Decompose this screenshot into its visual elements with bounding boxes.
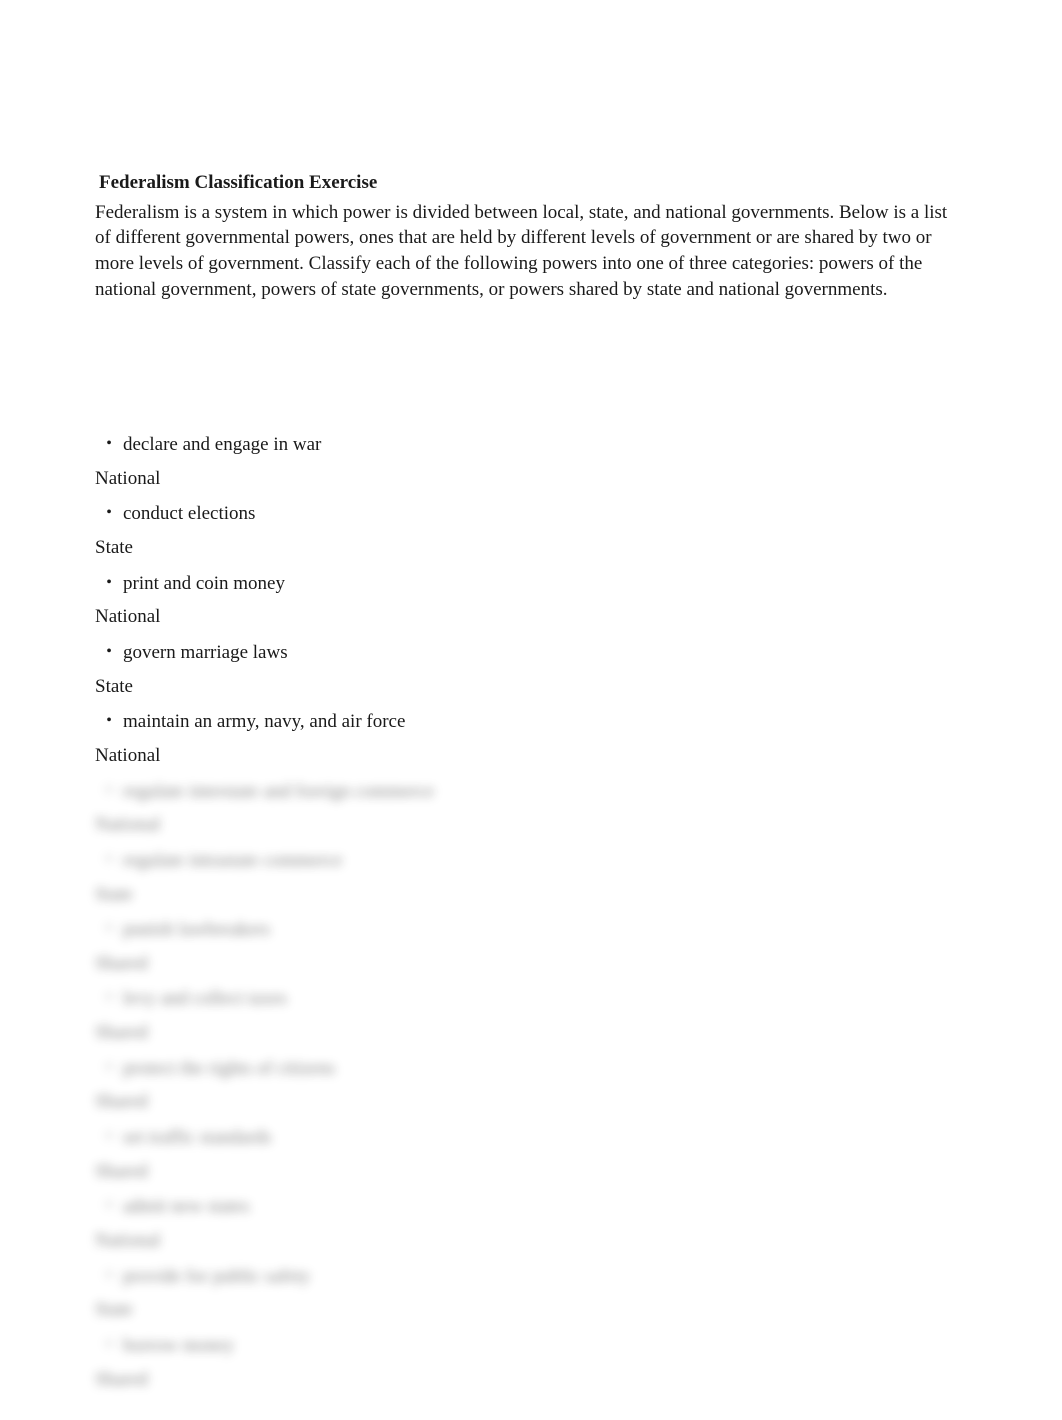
power-line: •borrow money <box>95 1333 967 1359</box>
bullet-icon: • <box>95 779 123 803</box>
answer-text: National <box>95 812 967 838</box>
power-text: levy and collect taxes <box>123 986 287 1012</box>
power-text: protect the rights of citizens <box>123 1056 335 1082</box>
power-text: print and coin money <box>123 571 285 597</box>
list-item: •punish lawbreakers Shared <box>95 917 967 976</box>
items-list: •declare and engage in warNational•condu… <box>95 432 967 1392</box>
intro-paragraph: Federalism is a system in which power is… <box>95 200 967 303</box>
bullet-icon: • <box>95 501 123 525</box>
power-line: •govern marriage laws <box>95 640 967 666</box>
bullet-icon: • <box>95 917 123 941</box>
bullet-icon: • <box>95 571 123 595</box>
bullet-icon: • <box>95 986 123 1010</box>
bullet-icon: • <box>95 432 123 456</box>
power-line: •provide for public safety <box>95 1264 967 1290</box>
bullet-icon: • <box>95 1333 123 1357</box>
list-item: •regulate interstate and foreign commerc… <box>95 779 967 838</box>
list-item: •conduct elections State <box>95 501 967 560</box>
power-text: punish lawbreakers <box>123 917 270 943</box>
answer-text: National <box>95 1228 967 1254</box>
list-item: •maintain an army, navy, and air force Na… <box>95 709 967 768</box>
power-text: maintain an army, navy, and air force <box>123 709 405 735</box>
answer-text: National <box>95 604 967 630</box>
list-item: •protect the rights of citizens Shared <box>95 1056 967 1115</box>
answer-text: Shared <box>95 1367 967 1393</box>
power-text: conduct elections <box>123 501 255 527</box>
list-item: •govern marriage laws State <box>95 640 967 699</box>
list-item: •provide for public safety State <box>95 1264 967 1323</box>
power-line: •levy and collect taxes <box>95 986 967 1012</box>
power-line: •maintain an army, navy, and air force <box>95 709 967 735</box>
power-line: •protect the rights of citizens <box>95 1056 967 1082</box>
answer-text: Shared <box>95 1020 967 1046</box>
answer-text: Shared <box>95 1089 967 1115</box>
power-text: declare and engage in war <box>123 432 321 458</box>
power-text: provide for public safety <box>123 1264 310 1290</box>
list-item: •borrow money Shared <box>95 1333 967 1392</box>
answer-text: State <box>95 1297 967 1323</box>
power-line: •regulate interstate and foreign commerc… <box>95 779 967 805</box>
bullet-icon: • <box>95 709 123 733</box>
bullet-icon: • <box>95 1056 123 1080</box>
bullet-icon: • <box>95 848 123 872</box>
list-item: •set traffic standards Shared <box>95 1125 967 1184</box>
answer-text: Shared <box>95 951 967 977</box>
bullet-icon: • <box>95 1264 123 1288</box>
power-line: •conduct elections <box>95 501 967 527</box>
bullet-icon: • <box>95 1194 123 1218</box>
power-text: admit new states <box>123 1194 250 1220</box>
bullet-icon: • <box>95 640 123 664</box>
answer-text: Shared <box>95 1159 967 1185</box>
power-line: •regulate intrastate commerce <box>95 848 967 874</box>
answer-text: State <box>95 674 967 700</box>
answer-text: State <box>95 535 967 561</box>
power-line: •admit new states <box>95 1194 967 1220</box>
document-title: Federalism Classification Exercise <box>99 170 967 196</box>
power-text: regulate interstate and foreign commerce <box>123 779 434 805</box>
list-item: •admit new states National <box>95 1194 967 1253</box>
list-item: •regulate intrastate commerce State <box>95 848 967 907</box>
power-text: borrow money <box>123 1333 234 1359</box>
answer-text: National <box>95 466 967 492</box>
power-text: regulate intrastate commerce <box>123 848 342 874</box>
bullet-icon: • <box>95 1125 123 1149</box>
list-item: •levy and collect taxes Shared <box>95 986 967 1045</box>
power-text: govern marriage laws <box>123 640 288 666</box>
list-item: •declare and engage in war National <box>95 432 967 491</box>
power-line: •print and coin money <box>95 571 967 597</box>
power-text: set traffic standards <box>123 1125 271 1151</box>
answer-text: State <box>95 882 967 908</box>
power-line: •punish lawbreakers <box>95 917 967 943</box>
answer-text: National <box>95 743 967 769</box>
list-item: •print and coin money National <box>95 571 967 630</box>
power-line: •declare and engage in war <box>95 432 967 458</box>
power-line: •set traffic standards <box>95 1125 967 1151</box>
